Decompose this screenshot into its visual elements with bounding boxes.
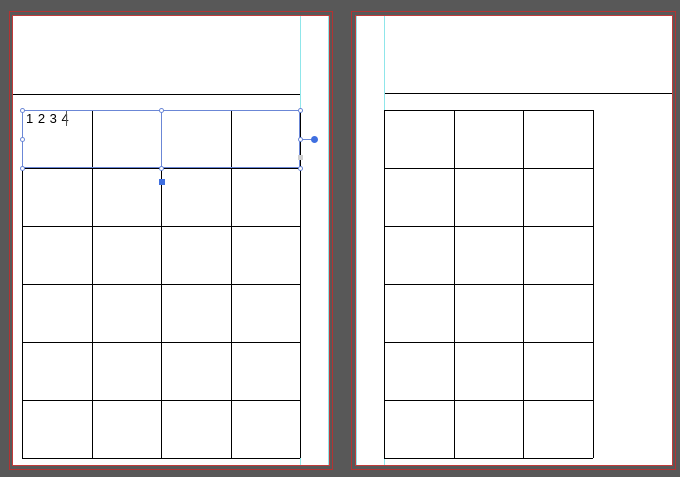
header-rule-right <box>385 93 672 94</box>
table-row-line <box>384 400 593 401</box>
handle-bottom-mid[interactable] <box>159 166 164 171</box>
table-column-line <box>523 110 524 458</box>
page-left[interactable] <box>12 15 330 466</box>
cell-text[interactable]: 1 2 3 4 <box>26 111 69 126</box>
table-row-line <box>384 284 593 285</box>
header-rule-left <box>13 94 300 95</box>
handle-top-mid[interactable] <box>159 108 164 113</box>
handle-bottom-left[interactable] <box>20 166 25 171</box>
table-column-line <box>384 110 385 458</box>
handle-top-left[interactable] <box>20 108 25 113</box>
handle-bottom-right[interactable] <box>298 166 303 171</box>
text-caret <box>66 111 67 126</box>
table-column-line <box>300 110 301 458</box>
table-row-line <box>384 168 593 169</box>
table-row-line <box>384 226 593 227</box>
table-row-line <box>384 110 593 111</box>
text-frame-anchor-icon[interactable] <box>311 136 318 143</box>
out-port-icon[interactable] <box>298 155 303 160</box>
handle-mid-right[interactable] <box>298 137 303 142</box>
table-row-line <box>384 458 593 459</box>
handle-mid-left[interactable] <box>20 137 25 142</box>
table-row-line <box>22 458 300 459</box>
table-column-line <box>592 110 594 458</box>
handle-top-right[interactable] <box>298 108 303 113</box>
gutter-guide-right <box>356 16 385 465</box>
resize-row-handle[interactable] <box>159 179 165 185</box>
table-row-line <box>384 342 593 343</box>
selection-column-divider <box>161 110 162 168</box>
gutter-guide-left <box>300 16 329 465</box>
page-right[interactable] <box>355 15 673 466</box>
table-column-line <box>453 110 455 458</box>
